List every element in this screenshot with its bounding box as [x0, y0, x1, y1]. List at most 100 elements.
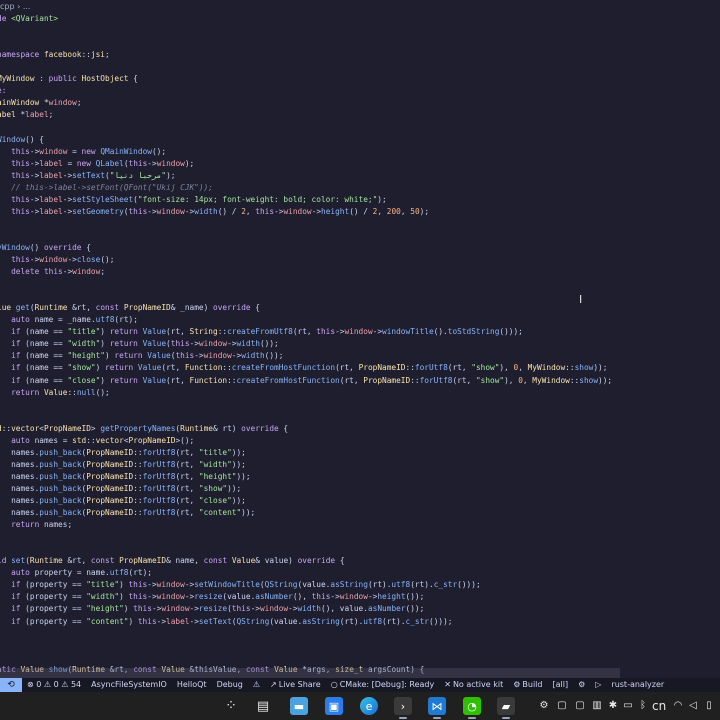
code-line[interactable]: this->window->close();	[0, 254, 114, 266]
mouse-cursor-icon: I	[579, 293, 583, 306]
code-line[interactable]: e:	[0, 85, 6, 97]
tray-app-icon[interactable]: ▢	[574, 692, 586, 720]
app-icon[interactable]: ›	[394, 697, 412, 715]
status-item-build[interactable]: ⚙ Build	[508, 678, 547, 692]
problems-count: ⊗ 0 ⚠ 0 ⚠ 54	[27, 680, 82, 689]
code-line[interactable]: names.push_back(PropNameID::forUtf8(rt, …	[0, 495, 246, 507]
run-icon[interactable]: ▷	[590, 678, 606, 692]
wifi-icon[interactable]: ◠	[672, 692, 684, 720]
status-label: CMake: [Debug]: Ready	[339, 680, 435, 689]
code-line[interactable]: // this->label->setFont(QFont("Ukij CJK"…	[0, 182, 213, 194]
code-line[interactable]: auto names = std::vector<PropNameID>();	[0, 435, 194, 447]
code-line[interactable]: if (name == "title") return Value(rt, St…	[0, 326, 523, 338]
code-line[interactable]: de <QVariant>	[0, 13, 58, 25]
code-line[interactable]: this->label->setStyleSheet("font-size: 1…	[0, 194, 387, 206]
tray-bug-icon[interactable]: ✱	[607, 692, 619, 720]
wechat-icon[interactable]: ◔	[463, 697, 481, 715]
status-item-target[interactable]: [all]	[547, 678, 573, 692]
taskbar: ⁘ ▤ ▬ ▣ e › ⋈ ◔ ▰ ⚙ ▢ ▢ ▥ ✱ ▭ ᛒ cn ◠ ◁ ▯	[0, 692, 720, 720]
breadcrumb[interactable]: cpp › ...	[0, 0, 720, 13]
person-icon: ⚠	[252, 680, 261, 689]
volume-icon[interactable]: ◁	[687, 692, 699, 720]
status-item-cmake[interactable]: ○ CMake: [Debug]: Ready	[326, 678, 440, 692]
code-line[interactable]: if (property == "title") this->window->s…	[0, 579, 481, 591]
tray-app-icon[interactable]: ▥	[591, 692, 603, 720]
code-line[interactable]: namespace facebook::jsi;	[0, 49, 110, 61]
code-line[interactable]: names.push_back(PropNameID::forUtf8(rt, …	[0, 483, 241, 495]
problems-indicator[interactable]: ⊗ 0 ⚠ 0 ⚠ 54	[22, 678, 86, 692]
code-line[interactable]: d::vector<PropNameID> getPropertyNames(R…	[0, 423, 288, 435]
code-line[interactable]: return Value::null();	[0, 387, 110, 399]
code-line[interactable]: abel *label;	[0, 109, 53, 121]
active-indicator	[502, 717, 510, 719]
status-label: No active kit	[452, 680, 504, 689]
apps-icon[interactable]: ⁘	[222, 697, 240, 715]
status-label: AsyncFileSystemIO	[91, 680, 167, 689]
code-line[interactable]: if (name == "show") return Value(rt, Fun…	[0, 362, 607, 374]
code-line[interactable]: if (name == "width") return Value(this->…	[0, 338, 279, 350]
code-line[interactable]: return names;	[0, 519, 72, 531]
status-item-helloqt[interactable]: HelloQt	[172, 678, 212, 692]
monitor-icon[interactable]: ▰	[497, 697, 515, 715]
code-line[interactable]: this->label->setGeometry(this->window->w…	[0, 206, 429, 218]
status-label: HelloQt	[176, 680, 207, 689]
code-line[interactable]: delete this->window;	[0, 266, 105, 278]
play-icon: ▷	[595, 680, 602, 689]
code-line[interactable]: if (property == "content") this->label->…	[0, 616, 452, 628]
code-line[interactable]: if (property == "width") this->window->r…	[0, 591, 424, 603]
status-item-live-share[interactable]: ↗ Live Share	[265, 678, 326, 692]
status-label: Build	[522, 680, 543, 689]
language-indicator[interactable]: cn	[652, 692, 666, 720]
code-line[interactable]: names.push_back(PropNameID::forUtf8(rt, …	[0, 507, 255, 519]
code-line[interactable]: MyWindow : public HostObject {	[0, 73, 138, 85]
status-label: Live Share	[278, 680, 321, 689]
remote-indicator-icon[interactable]: ⟲	[0, 678, 22, 692]
terminal-icon[interactable]: ▤	[254, 697, 272, 715]
store-icon[interactable]: ▣	[325, 697, 343, 715]
code-line[interactable]: if (name == "close") return Value(rt, Fu…	[0, 375, 612, 387]
kit-icon: ✕	[444, 680, 451, 689]
edge-browser-icon[interactable]: e	[360, 697, 378, 715]
status-label: [all]	[552, 680, 569, 689]
code-line[interactable]: this->label = new QLabel(this->window);	[0, 158, 194, 170]
cmake-icon: ○	[330, 680, 338, 689]
breadcrumb-text: cpp › ...	[0, 2, 31, 11]
code-line[interactable]: auto name = _name.utf8(rt);	[0, 314, 138, 326]
debug-icon[interactable]: ⚙	[573, 678, 590, 692]
tray-settings-icon[interactable]: ⚙	[538, 692, 550, 720]
code-line[interactable]: yWindow() override {	[0, 242, 91, 254]
code-line[interactable]: Window() {	[0, 134, 44, 146]
horizontal-scrollbar[interactable]	[0, 668, 620, 678]
active-indicator	[468, 717, 476, 719]
status-item-kit[interactable]: ✕ No active kit	[439, 678, 508, 692]
code-line[interactable]: this->label->setText("مرحبا دنيا");	[0, 170, 175, 182]
status-label: rust-analyzer	[611, 680, 665, 689]
code-line[interactable]: if (name == "height") return Value(this-…	[0, 350, 283, 362]
bluetooth-icon[interactable]: ᛒ	[638, 692, 648, 720]
vscode-icon[interactable]: ⋈	[428, 697, 446, 715]
battery-icon[interactable]: ▯	[703, 692, 715, 720]
code-line[interactable]: names.push_back(PropNameID::forUtf8(rt, …	[0, 459, 246, 471]
file-explorer-icon[interactable]: ▬	[290, 697, 308, 715]
bug-icon: ⚙	[578, 680, 586, 689]
status-item-person-icon[interactable]: ⚠	[248, 678, 265, 692]
tray-window-icon[interactable]: ▭	[622, 692, 634, 720]
code-line[interactable]: auto property = name.utf8(rt);	[0, 567, 152, 579]
code-line[interactable]: :	[0, 121, 2, 133]
code-line[interactable]: ainWindow *window;	[0, 97, 82, 109]
code-line[interactable]: lue get(Runtime &rt, const PropNameID& _…	[0, 302, 260, 314]
code-line[interactable]: this->window = new QMainWindow();	[0, 146, 166, 158]
code-editor[interactable]: de <QVariant>namespace facebook::jsi;MyW…	[0, 13, 720, 678]
active-indicator	[399, 717, 407, 719]
status-item-rust-analyzer[interactable]: rust-analyzer	[606, 678, 669, 692]
code-line[interactable]: names.push_back(PropNameID::forUtf8(rt, …	[0, 471, 250, 483]
code-line[interactable]: names.push_back(PropNameID::forUtf8(rt, …	[0, 447, 246, 459]
code-line[interactable]: if (property == "height") this->window->…	[0, 603, 424, 615]
tray-app-icon[interactable]: ▢	[556, 692, 568, 720]
status-bar: ⟲ ⊗ 0 ⚠ 0 ⚠ 54 AsyncFileSystemIO HelloQt…	[0, 678, 720, 692]
status-item-asyncfilesystemio[interactable]: AsyncFileSystemIO	[86, 678, 172, 692]
status-label: Debug	[216, 680, 243, 689]
code-line[interactable]: id set(Runtime &rt, const PropNameID& na…	[0, 555, 345, 567]
status-item-debug[interactable]: Debug	[212, 678, 248, 692]
build-icon: ⚙	[513, 680, 521, 689]
